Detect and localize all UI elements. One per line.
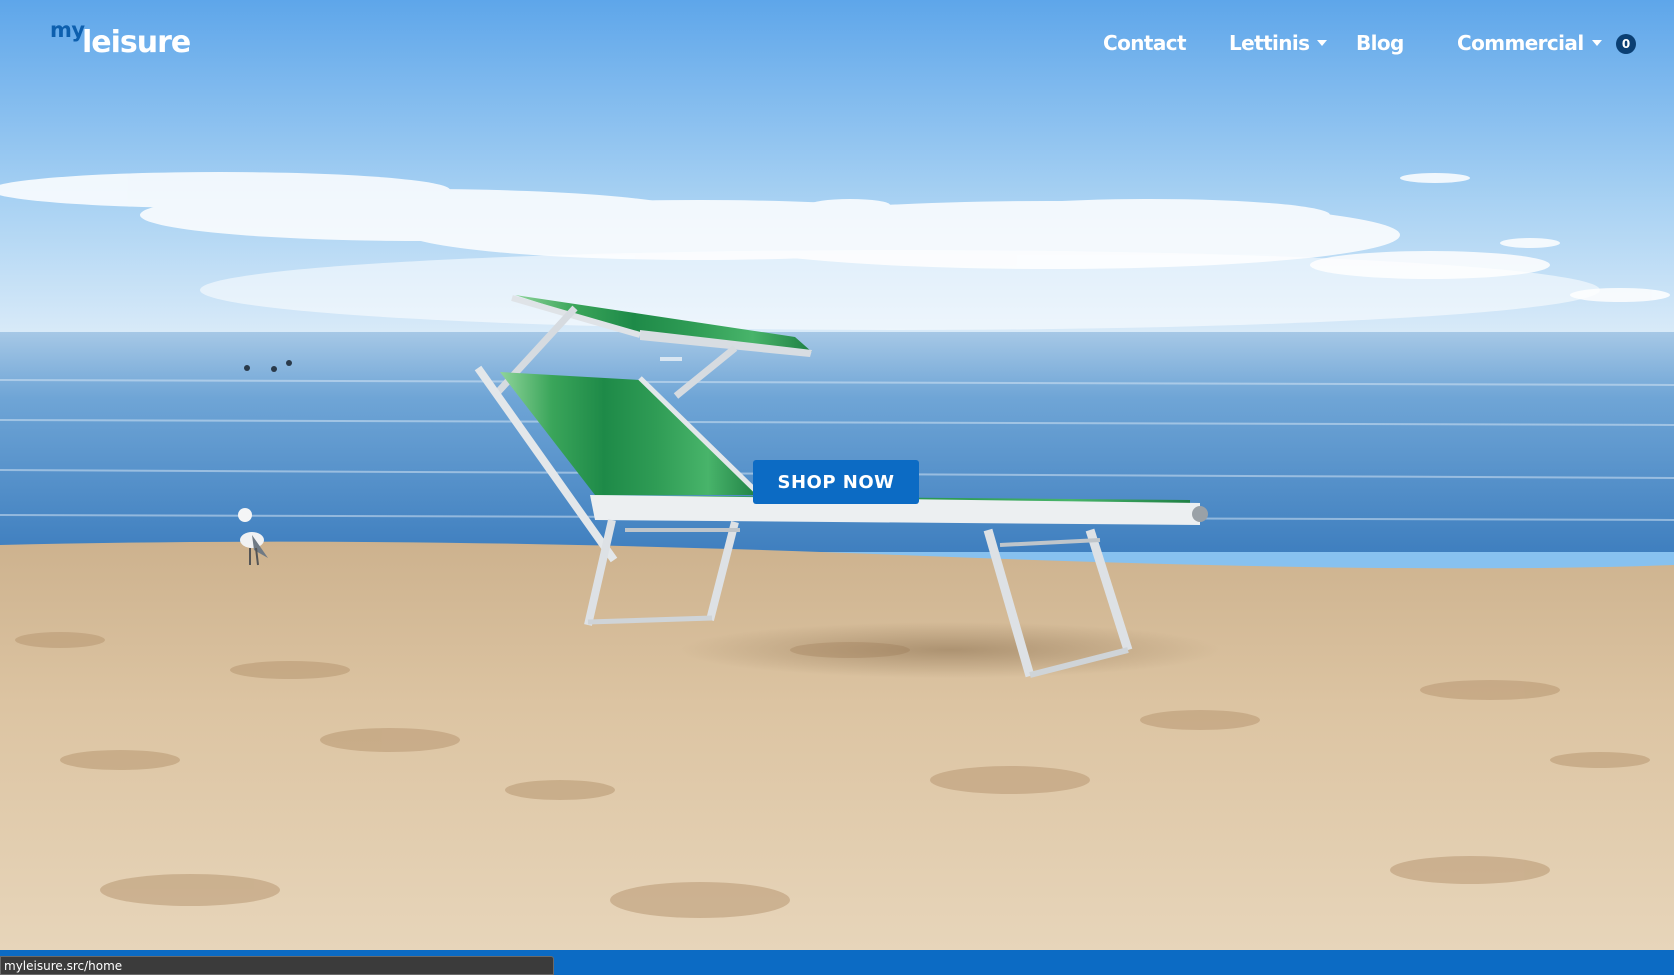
logo-brand-name: leisure xyxy=(82,25,191,60)
chevron-down-icon xyxy=(1317,39,1328,46)
shop-now-button[interactable]: SHOP NOW xyxy=(753,460,919,504)
cart-count-badge[interactable]: 0 xyxy=(1616,34,1636,54)
nav-item-commercial[interactable]: Commercial xyxy=(1457,31,1602,55)
nav-item-contact[interactable]: Contact xyxy=(1103,31,1187,55)
nav-item-label: Contact xyxy=(1103,31,1187,55)
chevron-down-icon xyxy=(1591,39,1602,46)
browser-status-url: myleisure.src/home xyxy=(0,956,554,975)
nav-item-label: Commercial xyxy=(1457,31,1584,55)
nav-item-lettinis[interactable]: Lettinis xyxy=(1229,31,1328,55)
logo-prefix: my xyxy=(50,18,85,42)
hero-banner: my leisure Contact Lettinis Blog Commerc… xyxy=(0,0,1674,950)
nav-item-blog[interactable]: Blog xyxy=(1356,31,1404,55)
nav-item-label: Blog xyxy=(1356,31,1404,55)
nav-item-label: Lettinis xyxy=(1229,31,1310,55)
